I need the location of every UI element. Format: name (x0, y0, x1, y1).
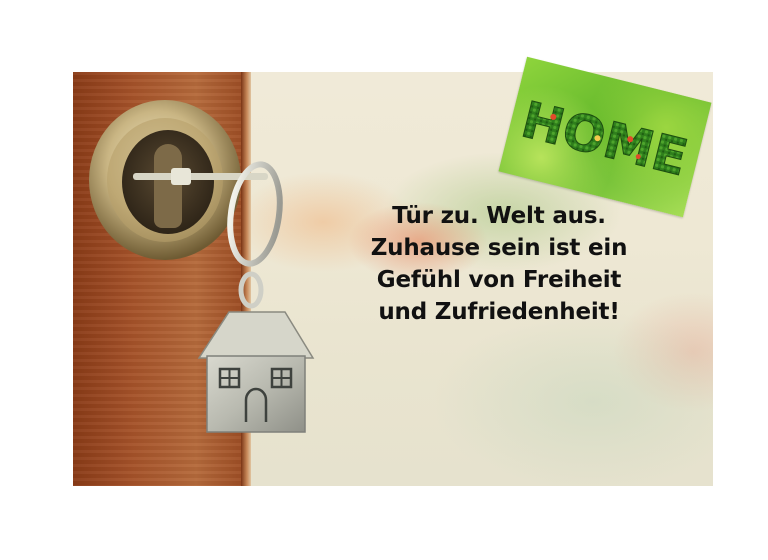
quote-line: Gefühl von Freiheit (376, 267, 622, 293)
quote-line: Tür zu. Welt aus. (392, 203, 606, 229)
quote-text: Tür zu. Welt aus. Zuhause sein ist ein G… (345, 200, 653, 328)
quote-line: und Zufriedenheit! (378, 299, 620, 325)
quote-line: Zuhause sein ist ein (370, 235, 628, 261)
home-word: HOME (516, 90, 693, 187)
house-pendant-icon (197, 311, 315, 433)
keyhole-icon (154, 144, 182, 228)
